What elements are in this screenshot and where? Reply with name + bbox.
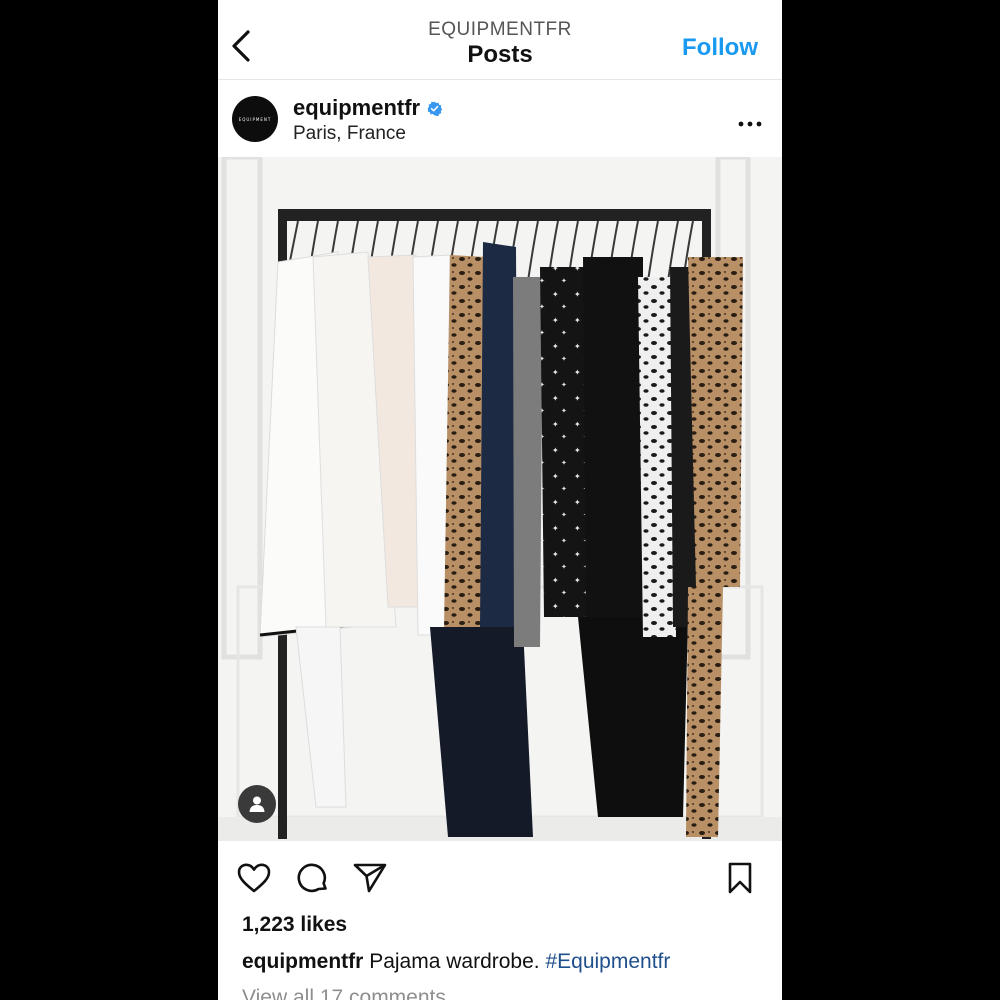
avatar-logo-text: EQUIPMENT [238, 116, 272, 122]
caption-hashtag[interactable]: #Equipmentfr [545, 950, 670, 973]
user-tag-icon [249, 796, 265, 812]
post-header: EQUIPMENT equipmentfr Paris, France [218, 80, 782, 156]
avatar[interactable]: EQUIPMENT [232, 96, 278, 142]
post-location[interactable]: Paris, France [293, 123, 406, 145]
post-username[interactable]: equipmentfr [293, 95, 443, 121]
verified-badge-icon [427, 101, 443, 116]
follow-button[interactable]: Follow [682, 34, 758, 62]
like-button[interactable] [236, 860, 272, 896]
heart-icon [237, 863, 271, 893]
caption-username[interactable]: equipmentfr [242, 950, 363, 973]
clothing-rack-illustration: ✦ ✦ [218, 157, 782, 841]
paper-plane-icon [353, 863, 387, 893]
comment-bubble-icon [297, 863, 327, 893]
comment-button[interactable] [295, 860, 331, 896]
share-button[interactable] [352, 860, 388, 896]
save-button[interactable] [722, 860, 758, 896]
caption-text: Pajama wardrobe. [369, 950, 540, 973]
ellipsis-icon [738, 121, 762, 127]
bookmark-icon [728, 862, 752, 894]
more-options-button[interactable] [738, 108, 762, 128]
view-comments-link[interactable]: View all 17 comments [242, 986, 446, 1000]
tagged-users-button[interactable] [238, 785, 276, 823]
top-nav-bar: EQUIPMENTFR Posts Follow [218, 0, 782, 80]
post-actions [218, 852, 782, 902]
post-caption: equipmentfr Pajama wardrobe. #Equipmentf… [242, 950, 670, 974]
post-photo[interactable]: ✦ ✦ [218, 157, 782, 841]
likes-count[interactable]: 1,223 likes [242, 913, 347, 937]
instagram-post-screen: EQUIPMENTFR Posts Follow EQUIPMENT equip… [218, 0, 782, 1000]
username-text: equipmentfr [293, 95, 421, 120]
